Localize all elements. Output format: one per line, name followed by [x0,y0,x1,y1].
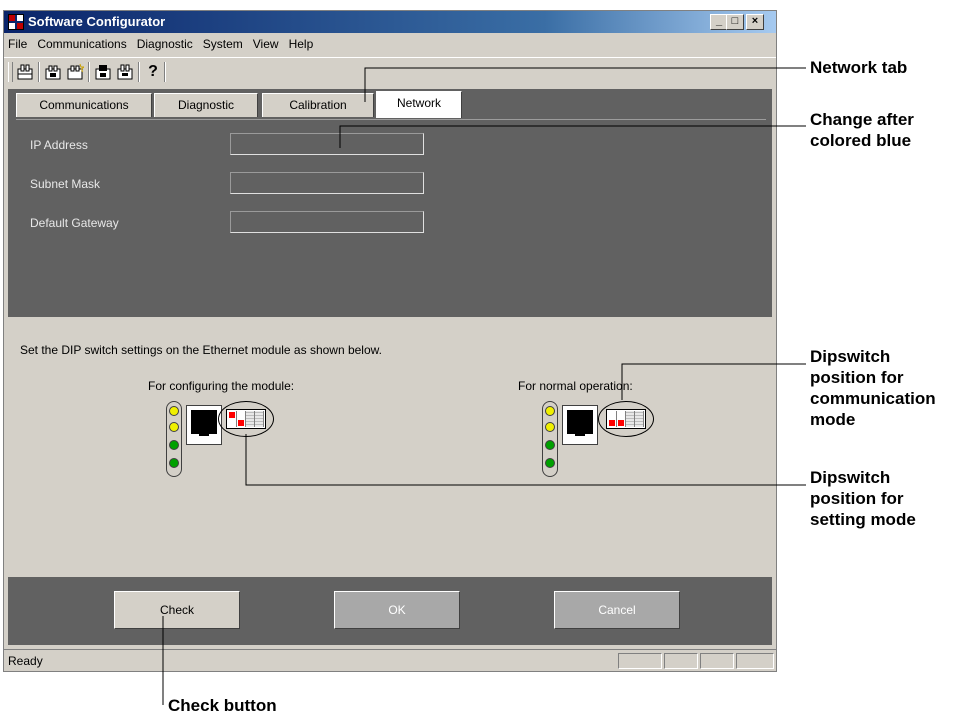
menu-view[interactable]: View [249,34,285,51]
led-indicator [545,422,555,432]
tab-communications[interactable]: Communications [16,93,152,117]
dip-highlight-circle [218,401,274,437]
normal-caption: For normal operation: [518,379,633,393]
check-button[interactable]: Check [114,591,240,629]
tab-network[interactable]: Network [376,91,462,118]
help-icon[interactable]: ? [144,63,162,81]
network-settings-pane: IP Address Subnet Mask Default Gateway [16,119,766,312]
module-new-icon[interactable] [66,63,84,81]
led-indicator [545,458,555,468]
callout-line: setting mode [810,510,916,529]
dip-highlight-circle [598,401,654,437]
module-connect-icon[interactable] [16,63,34,81]
default-gateway-field[interactable] [230,211,424,233]
toolbar: ? [4,57,776,86]
callout-check-button: Check button [168,696,277,715]
module-upload-icon[interactable] [44,63,62,81]
status-panel [618,653,662,669]
tab-calibration[interactable]: Calibration [262,93,374,117]
toolbar-separator [88,62,90,82]
toolbar-separator [38,62,40,82]
callout-line: position for [810,368,904,387]
maximize-button[interactable]: □ [726,14,744,30]
status-bar: Ready [4,649,776,672]
menu-system[interactable]: System [199,34,249,51]
callout-line: Dipswitch [810,468,891,487]
app-icon [8,14,24,30]
title-bar[interactable]: Software Configurator _ □ × [4,11,776,33]
configuring-caption: For configuring the module: [148,379,295,393]
led-indicator [545,440,555,450]
button-bar: Check OK Cancel [8,577,772,645]
toolbar-separator [164,62,166,82]
status-panel [736,653,774,669]
menu-diagnostic[interactable]: Diagnostic [133,34,199,51]
module-download-icon[interactable] [116,63,134,81]
module-lock-icon[interactable] [94,63,112,81]
subnet-mask-label: Subnet Mask [30,177,101,191]
menu-bar: File Communications Diagnostic System View He… [4,34,776,54]
callout-dip-communication: Dipswitch position for communication mod… [810,346,936,430]
callout-change-after: Change after colored blue [810,109,914,151]
subnet-mask-field[interactable] [230,172,424,194]
status-panel [664,653,698,669]
led-bar [542,401,558,477]
callout-line: communication [810,389,936,408]
window-title: Software Configurator [28,14,166,29]
ethernet-port [186,405,222,445]
tab-diagnostic[interactable]: Diagnostic [154,93,258,117]
close-button[interactable]: × [746,14,764,30]
ok-button[interactable]: OK [334,591,460,629]
menu-communications[interactable]: Communications [33,34,132,51]
toolbar-separator [138,62,140,82]
callout-line: mode [810,410,856,429]
status-panel [700,653,734,669]
dip-instructions: Set the DIP switch settings on the Ether… [20,343,382,357]
callout-network-tab: Network tab [810,58,908,77]
cancel-button[interactable]: Cancel [554,591,680,629]
callout-line: colored blue [810,131,912,150]
led-indicator [169,458,179,468]
app-window: Software Configurator _ □ × File Communic… [3,10,777,672]
status-text: Ready [8,654,43,668]
led-indicator [169,422,179,432]
ethernet-port [562,405,598,445]
callout-line: Change after [810,110,914,129]
callout-dip-setting: Dipswitch position for setting mode [810,467,916,530]
default-gateway-label: Default Gateway [30,216,119,230]
ip-address-field[interactable] [230,133,424,155]
tab-panel: Communications Diagnostic Calibration Ne… [8,89,772,317]
led-indicator [169,440,179,450]
callout-line: Dipswitch [810,347,891,366]
toolbar-grip [8,62,13,82]
menu-help[interactable]: Help [285,34,320,51]
ip-address-label: IP Address [30,138,88,152]
led-bar [166,401,182,477]
menu-file[interactable]: File [4,34,33,51]
led-indicator [545,406,555,416]
led-indicator [169,406,179,416]
callout-line: position for [810,489,904,508]
